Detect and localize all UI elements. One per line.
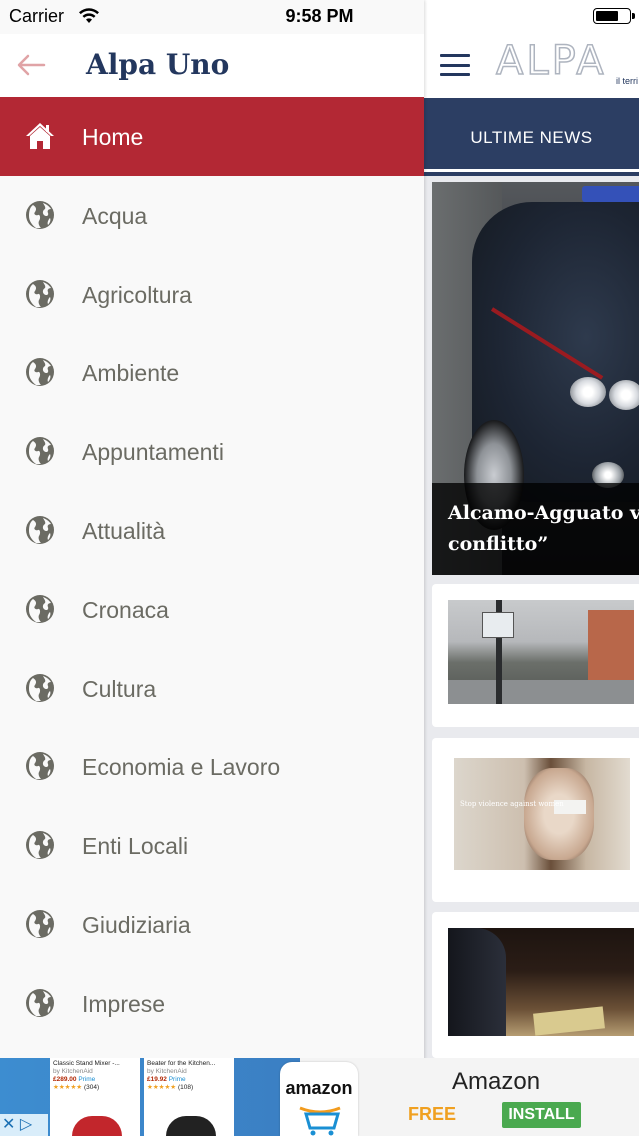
menu-item-enti-locali[interactable]: Enti Locali — [0, 806, 424, 885]
menu-item-imprese[interactable]: Imprese — [0, 964, 424, 1043]
hero-news-card[interactable]: Alcamo-Agguato via conflitto” — [432, 182, 639, 575]
menu-item-appuntamenti[interactable]: Appuntamenti — [0, 412, 424, 491]
globe-icon — [24, 514, 56, 546]
tab-ultime-news[interactable]: ULTIME NEWS — [424, 128, 639, 148]
globe-icon — [24, 829, 56, 861]
menu-list: Home Acqua Agricoltura Ambiente Appuntamenti… — [0, 97, 424, 1043]
tab-bar: ULTIME NEWS — [424, 98, 639, 176]
menu-item-cronaca[interactable]: Cronaca — [0, 570, 424, 649]
globe-icon — [24, 750, 56, 782]
menu-item-label: Ambiente — [82, 360, 180, 387]
ad-banner[interactable]: Classic Stand Mixer -... by KitchenAid £… — [0, 1058, 639, 1136]
menu-item-label: Agricoltura — [82, 281, 192, 308]
main-panel: ALPA il terri ULTIME NEWS Alcamo-Agguato… — [424, 0, 639, 1136]
globe-icon — [24, 435, 56, 467]
news-card[interactable] — [432, 584, 639, 727]
menu-item-label: Cultura — [82, 675, 157, 702]
news-thumbnail: Stop violence against women — [454, 758, 630, 870]
battery-icon — [593, 8, 635, 24]
cart-icon — [299, 1106, 341, 1136]
menu-item-label: Acqua — [82, 202, 148, 229]
globe-icon — [24, 199, 56, 231]
menu-item-economia-e-lavoro[interactable]: Economia e Lavoro — [0, 727, 424, 806]
globe-icon — [24, 908, 56, 940]
home-icon — [24, 120, 56, 152]
globe-icon — [24, 278, 56, 310]
menu-item-label: Cronaca — [82, 596, 169, 623]
tab-indicator — [424, 169, 639, 172]
menu-item-label: Attualità — [82, 517, 166, 544]
news-thumbnail — [448, 928, 634, 1036]
ad-product-card[interactable]: Classic Stand Mixer -... by KitchenAid £… — [50, 1058, 140, 1136]
install-button[interactable]: INSTALL — [502, 1102, 581, 1128]
menu-item-label: Imprese — [82, 990, 166, 1017]
back-arrow-icon[interactable] — [16, 54, 46, 76]
alpa-logo: ALPA — [495, 37, 607, 85]
menu-item-label: Economia e Lavoro — [82, 754, 281, 781]
status-bar: Carrier 9:58 PM — [0, 0, 639, 34]
news-card[interactable] — [432, 912, 639, 1058]
ad-free-label: FREE — [408, 1104, 457, 1124]
logo-subtitle: il terri — [616, 76, 638, 86]
ad-choices-icon[interactable]: ✕ ▷ — [0, 1114, 48, 1136]
menu-item-label: Home — [82, 124, 144, 150]
hamburger-menu-icon[interactable] — [440, 54, 470, 76]
ad-product-card[interactable]: Beater for the Kitchen... by KitchenAid … — [144, 1058, 234, 1136]
globe-icon — [24, 987, 56, 1019]
globe-icon — [24, 356, 56, 388]
news-card[interactable]: Stop violence against women — [432, 738, 639, 902]
news-thumbnail — [448, 600, 634, 704]
globe-icon — [24, 593, 56, 625]
menu-item-agricoltura[interactable]: Agricoltura — [0, 255, 424, 334]
clock: 9:58 PM — [285, 6, 354, 26]
menu-item-label: Giudiziaria — [82, 911, 191, 938]
menu-item-home[interactable]: Home — [0, 97, 424, 176]
amazon-app-icon: amazon — [280, 1062, 358, 1136]
hero-caption: Alcamo-Agguato via conflitto” — [448, 502, 639, 555]
ad-app-name: Amazon — [452, 1068, 541, 1095]
drawer-header: Alpa Uno — [0, 34, 424, 97]
menu-item-acqua[interactable]: Acqua — [0, 176, 424, 255]
menu-item-label: Enti Locali — [82, 833, 189, 860]
menu-item-ambiente[interactable]: Ambiente — [0, 333, 424, 412]
menu-item-attualità[interactable]: Attualità — [0, 491, 424, 570]
ad-products-panel[interactable]: Classic Stand Mixer -... by KitchenAid £… — [0, 1058, 300, 1136]
menu-item-cultura[interactable]: Cultura — [0, 649, 424, 728]
app-screen: { "status_bar": { "carrier": "Carrier", … — [0, 0, 639, 1136]
globe-icon — [24, 672, 56, 704]
menu-item-giudiziaria[interactable]: Giudiziaria — [0, 885, 424, 964]
menu-item-label: Appuntamenti — [82, 439, 224, 466]
navigation-drawer: Alpa Uno Home Acqua Agricoltura Ambiente App… — [0, 0, 424, 1136]
drawer-title: Alpa Uno — [86, 48, 230, 81]
